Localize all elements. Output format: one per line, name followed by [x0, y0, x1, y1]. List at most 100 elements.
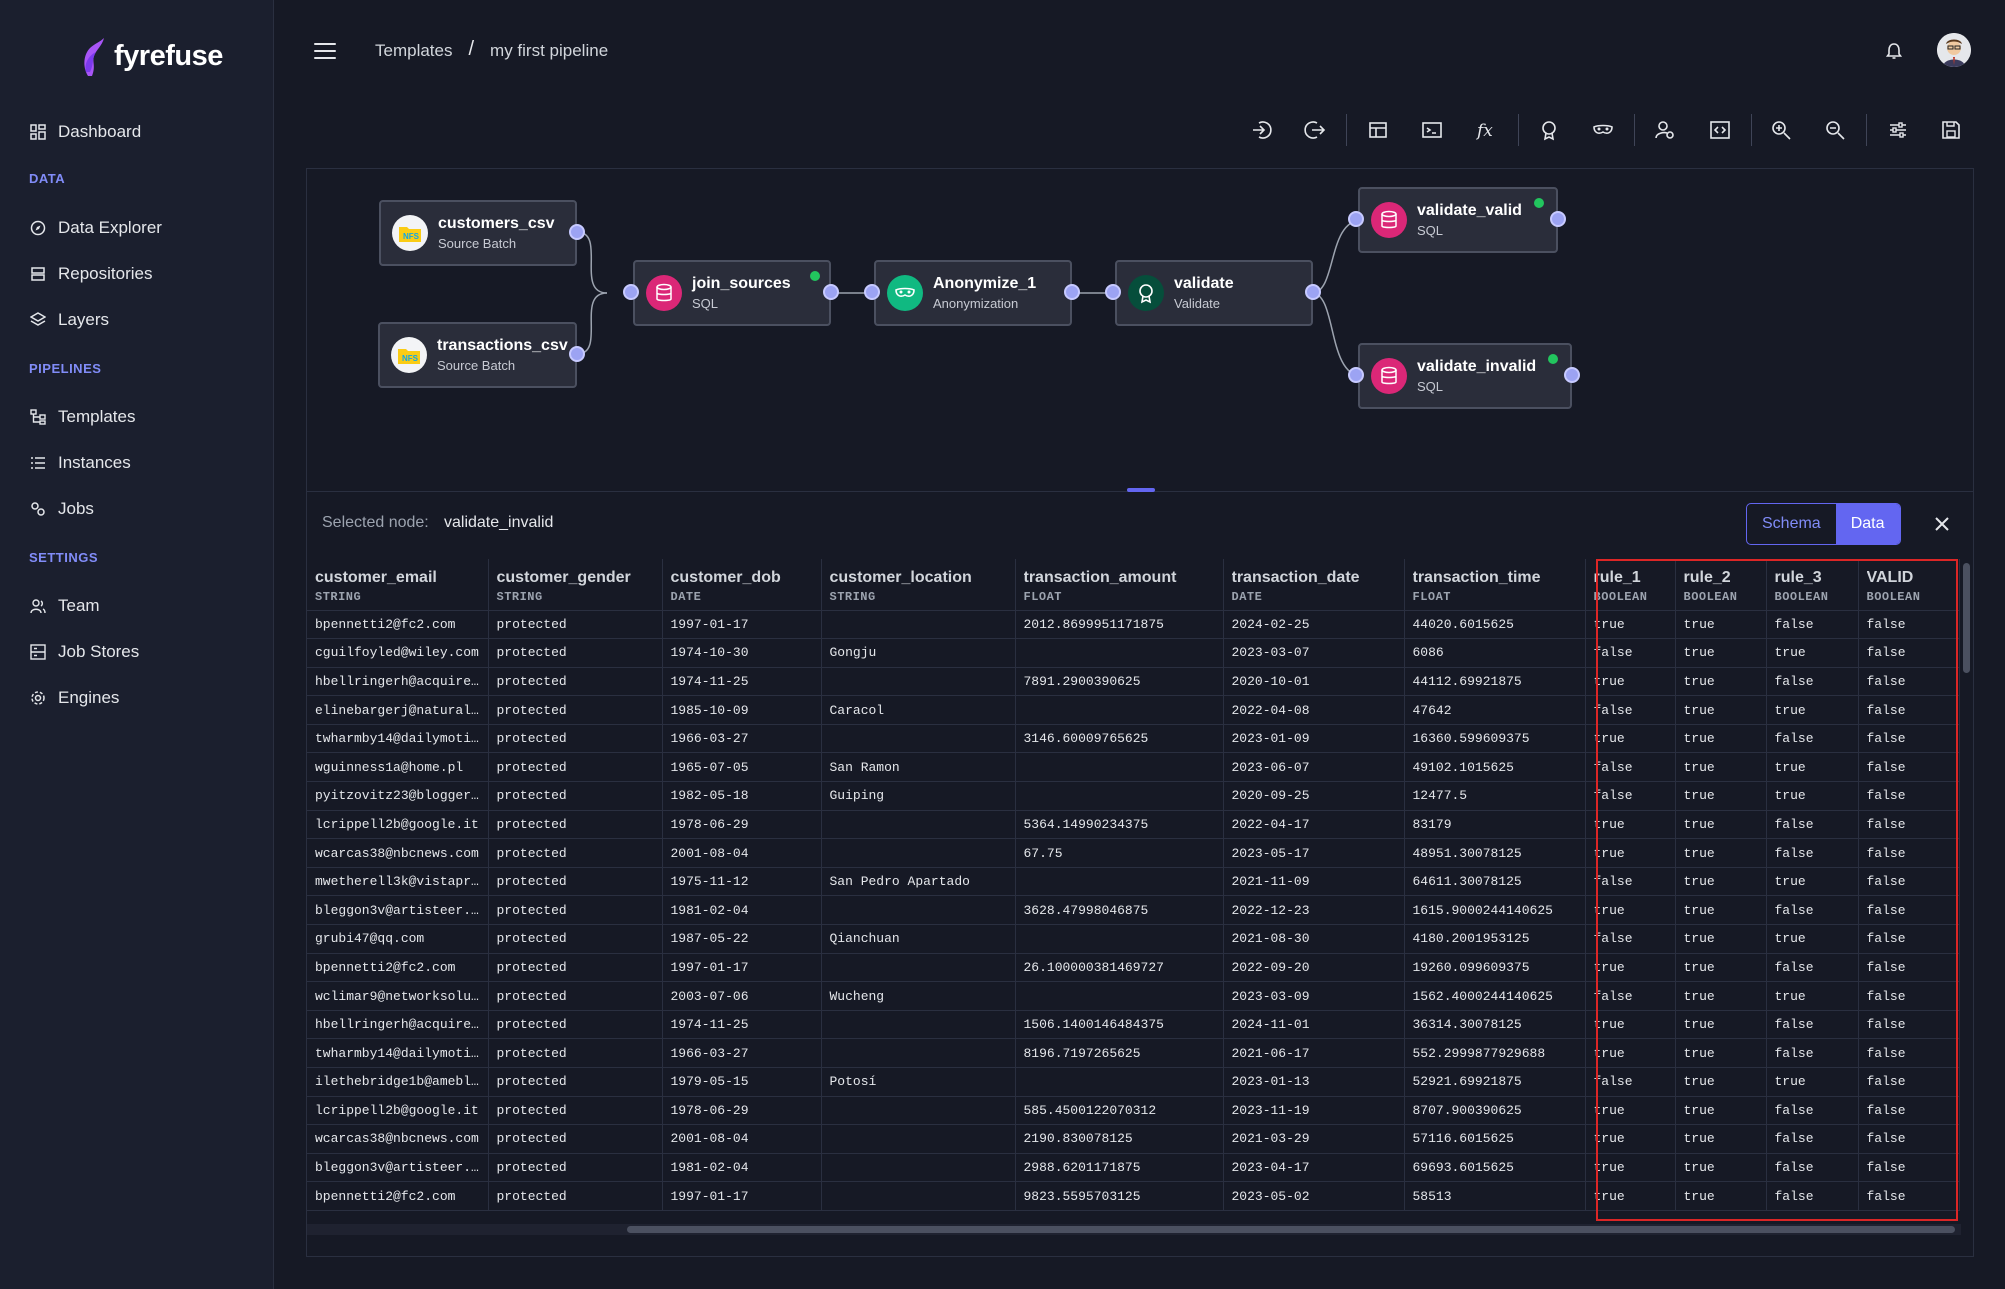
node-validate-valid[interactable]: validate_valid SQL [1348, 187, 1566, 253]
sidebar-item-team[interactable]: Team [30, 596, 100, 616]
resize-handle[interactable] [1127, 488, 1155, 492]
table-cell: true [1675, 1038, 1767, 1068]
table-row[interactable]: twharmby14@dailymotion.comprotected1966-… [307, 724, 1960, 754]
zoom-out-icon[interactable] [1821, 116, 1849, 144]
column-header[interactable]: transaction_date DATE [1223, 559, 1405, 611]
table-cell: twharmby14@dailymotion.com [307, 724, 489, 754]
node-customers-csv[interactable]: NFS customers_csv Source Batch [379, 200, 585, 266]
output-port[interactable] [1064, 284, 1080, 300]
input-port[interactable] [864, 284, 880, 300]
node-validate[interactable]: validate Validate [1105, 260, 1321, 326]
user-settings-icon[interactable] [1651, 116, 1679, 144]
column-header[interactable]: customer_email STRING [307, 559, 489, 611]
table-row[interactable]: bpennetti2@fc2.com protected 1997-01-17 26.… [307, 953, 1960, 983]
node-transactions-csv[interactable]: NFS transactions_csv Source Batch [378, 322, 585, 388]
input-port[interactable] [1348, 367, 1364, 383]
close-icon[interactable] [1932, 514, 1952, 534]
table-cell: false [1858, 1181, 1960, 1211]
table-row[interactable]: ilethebridge1b@ameblo.jp protected 1979-05… [307, 1067, 1960, 1097]
column-header[interactable]: transaction_amount FLOAT [1015, 559, 1224, 611]
column-header[interactable]: customer_dob DATE [662, 559, 822, 611]
node-title: validate_valid [1417, 202, 1522, 219]
table-row[interactable]: lcrippell2b@google.it protected 1978-06-29… [307, 1096, 1960, 1126]
sidebar-item-repositories[interactable]: Repositories [30, 264, 153, 284]
input-icon[interactable] [1248, 116, 1276, 144]
table-row[interactable]: bpennetti2@fc2.com protected 1997-01-17 982… [307, 1181, 1960, 1211]
menu-icon[interactable] [314, 43, 336, 61]
output-port[interactable] [569, 224, 585, 240]
top-bar: Templates / my first pipeline [274, 0, 2005, 104]
sidebar-item-dashboard[interactable]: Dashboard [30, 122, 141, 142]
table-cell: 2023-11-19 [1223, 1096, 1405, 1126]
table-row[interactable]: lcrippell2b@google.it protected 1978-06-29… [307, 810, 1960, 840]
table-cell: false [1858, 1067, 1960, 1097]
pipeline-canvas[interactable]: NFS customers_csv Source Batch NFS trans… [307, 169, 1973, 490]
avatar[interactable] [1937, 33, 1971, 67]
column-header[interactable]: customer_gender STRING [488, 559, 663, 611]
sidebar-item-instances[interactable]: Instances [30, 453, 131, 473]
sidebar-item-job-stores[interactable]: Job Stores [30, 642, 139, 662]
table-row[interactable]: grubi47@qq.com protected 1987-05-22 Qianchu… [307, 924, 1960, 954]
table-row[interactable]: hbellringerh@acquirethisname.comprotecte… [307, 667, 1960, 697]
code-icon[interactable] [1706, 116, 1734, 144]
vertical-scrollbar[interactable] [1963, 563, 1970, 673]
column-header[interactable]: rule_3 BOOLEAN [1766, 559, 1859, 611]
table-row[interactable]: wcarcas38@nbcnews.com protected 2001-08-04… [307, 838, 1960, 868]
function-icon[interactable]: fx [1472, 116, 1500, 144]
node-join-sources[interactable]: join_sources SQL [623, 260, 839, 326]
output-port[interactable] [1564, 367, 1580, 383]
zoom-in-icon[interactable] [1767, 116, 1795, 144]
table-row[interactable]: bpennetti2@fc2.com protected 1997-01-17 201… [307, 610, 1960, 640]
sidebar-item-templates[interactable]: Templates [30, 407, 135, 427]
sliders-icon[interactable] [1884, 116, 1912, 144]
sidebar-item-engines[interactable]: Engines [30, 688, 119, 708]
output-port[interactable] [1550, 211, 1566, 227]
tab-data[interactable]: Data [1835, 504, 1900, 544]
terminal-icon[interactable] [1418, 116, 1446, 144]
column-header[interactable]: rule_2 BOOLEAN [1675, 559, 1767, 611]
table-cell: grubi47@qq.com [307, 924, 489, 954]
table-row[interactable]: wcarcas38@nbcnews.com protected 2001-08-04… [307, 1124, 1960, 1154]
column-type: FLOAT [1023, 590, 1063, 604]
column-header[interactable]: customer_location STRING [821, 559, 1016, 611]
table-icon[interactable] [1364, 116, 1392, 144]
table-row[interactable]: cguilfoyled@wiley.com protected 1974-10-30… [307, 638, 1960, 668]
anonymize-icon[interactable] [1589, 116, 1617, 144]
column-header[interactable]: transaction_time FLOAT [1404, 559, 1586, 611]
column-header[interactable]: VALID BOOLEAN [1858, 559, 1960, 611]
table-cell [821, 1038, 1016, 1068]
sidebar-item-data-explorer[interactable]: Data Explorer [30, 218, 162, 238]
input-port[interactable] [1105, 284, 1121, 300]
tab-schema[interactable]: Schema [1747, 504, 1836, 544]
table-row[interactable]: hbellringerh@acquirethisname.comprotecte… [307, 1010, 1960, 1040]
column-type: DATE [670, 590, 702, 604]
table-row[interactable]: wclimar9@networksolutions.comprotected20… [307, 981, 1960, 1011]
output-port[interactable] [823, 284, 839, 300]
output-icon[interactable] [1301, 116, 1329, 144]
table-row[interactable]: elinebargerj@naturalnews.comprotected198… [307, 695, 1960, 725]
bell-icon[interactable] [1885, 42, 1903, 60]
input-port[interactable] [623, 284, 639, 300]
column-header[interactable]: rule_1 BOOLEAN [1585, 559, 1676, 611]
table-row[interactable]: bleggon3v@artisteer.com protected 1981-02-… [307, 1153, 1960, 1183]
breadcrumb-templates[interactable]: Templates [375, 41, 452, 61]
table-row[interactable]: mwetherell3k@vistaprint.comprotected1975… [307, 867, 1960, 897]
table-cell: true [1675, 1153, 1767, 1183]
node-title: Anonymize_1 [933, 275, 1037, 292]
save-icon[interactable] [1937, 116, 1965, 144]
node-anonymize[interactable]: Anonymize_1 Anonymization [864, 260, 1080, 326]
node-validate-invalid[interactable]: validate_invalid SQL [1348, 343, 1580, 409]
table-row[interactable]: pyitzovitz23@blogger.com protected 1982-05… [307, 781, 1960, 811]
table-row[interactable]: wguinness1a@home.pl protected 1965-07-05 Sa… [307, 752, 1960, 783]
app-logo[interactable]: fyrefuse [80, 36, 223, 76]
validate-icon[interactable] [1535, 116, 1563, 144]
table-row[interactable]: bleggon3v@artisteer.com protected 1981-02-… [307, 895, 1960, 926]
output-port[interactable] [569, 346, 585, 362]
table-row[interactable]: twharmby14@dailymotion.comprotected1966-… [307, 1038, 1960, 1068]
sidebar-item-layers[interactable]: Layers [30, 310, 109, 330]
table-cell: 6086 [1404, 638, 1586, 668]
horizontal-scrollbar[interactable] [627, 1226, 1955, 1233]
input-port[interactable] [1348, 211, 1364, 227]
output-port[interactable] [1305, 284, 1321, 300]
sidebar-item-jobs[interactable]: Jobs [30, 499, 94, 519]
